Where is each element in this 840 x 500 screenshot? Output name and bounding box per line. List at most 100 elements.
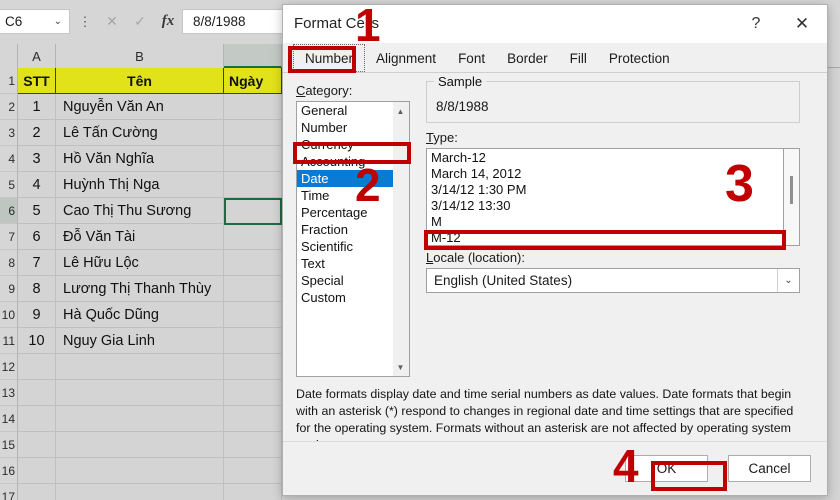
category-item-fraction[interactable]: Fraction <box>297 221 405 238</box>
cell-b5[interactable]: Huỳnh Thị Nga <box>56 172 224 198</box>
type-item-m-12[interactable]: M-12 <box>427 229 783 245</box>
cell-a9[interactable]: 8 <box>18 276 56 302</box>
column-header-b[interactable]: B <box>56 44 224 68</box>
cell-b3[interactable]: Lê Tấn Cường <box>56 120 224 146</box>
formula-input[interactable]: 8/8/1988 <box>182 9 290 34</box>
row-header-5[interactable]: 5 <box>0 172 18 198</box>
cell-a6[interactable]: 5 <box>18 198 56 224</box>
cell-b9[interactable]: Lương Thị Thanh Thùy <box>56 276 224 302</box>
chevron-down-icon[interactable]: ⌄ <box>777 269 799 292</box>
cell-b12[interactable] <box>56 354 224 380</box>
category-item-currency[interactable]: Currency <box>297 136 405 153</box>
column-header-c[interactable] <box>224 44 282 68</box>
cell-a12[interactable] <box>18 354 56 380</box>
cell-b17[interactable] <box>56 484 224 500</box>
row-header-8[interactable]: 8 <box>0 250 18 276</box>
cell-c12[interactable] <box>224 354 282 380</box>
scroll-down-icon[interactable]: ▼ <box>393 359 408 375</box>
cell-a4[interactable]: 3 <box>18 146 56 172</box>
row-header-17[interactable]: 17 <box>0 484 18 500</box>
row-header-9[interactable]: 9 <box>0 276 18 302</box>
cell-a3[interactable]: 2 <box>18 120 56 146</box>
type-scrollbar-thumb[interactable] <box>790 176 793 204</box>
cell-c7[interactable] <box>224 224 282 250</box>
locale-select[interactable]: English (United States) ⌄ <box>426 268 800 293</box>
cell-c16[interactable] <box>224 458 282 484</box>
cell-b8[interactable]: Lê Hữu Lộc <box>56 250 224 276</box>
tab-fill[interactable]: Fill <box>559 44 598 72</box>
cell-a2[interactable]: 1 <box>18 94 56 120</box>
cell-a17[interactable] <box>18 484 56 500</box>
row-header-14[interactable]: 14 <box>0 406 18 432</box>
row-header-1[interactable]: 1 <box>0 68 18 94</box>
type-scrollbar[interactable] <box>784 148 800 246</box>
category-item-number[interactable]: Number <box>297 119 405 136</box>
active-cell-indicator[interactable] <box>224 198 282 225</box>
category-scrollbar[interactable]: ▲ ▼ <box>393 101 410 377</box>
tab-font[interactable]: Font <box>447 44 496 72</box>
cell-b11[interactable]: Nguy Gia Linh <box>56 328 224 354</box>
chevron-down-icon[interactable]: ⌄ <box>54 16 62 27</box>
cell-a1[interactable]: STT <box>18 68 56 94</box>
type-item-3-14-2012[interactable]: 3/14/2012 <box>427 245 783 246</box>
category-item-scientific[interactable]: Scientific <box>297 238 405 255</box>
cell-b1[interactable]: Tên <box>56 68 224 94</box>
row-header-11[interactable]: 11 <box>0 328 18 354</box>
tab-protection[interactable]: Protection <box>598 44 681 72</box>
cell-a11[interactable]: 10 <box>18 328 56 354</box>
cell-a14[interactable] <box>18 406 56 432</box>
cell-c14[interactable] <box>224 406 282 432</box>
cancel-entry-icon[interactable]: ✕ <box>98 9 126 34</box>
row-header-7[interactable]: 7 <box>0 224 18 250</box>
cell-a15[interactable] <box>18 432 56 458</box>
type-item-m[interactable]: M <box>427 213 783 229</box>
insert-function-icon[interactable]: fx <box>154 9 182 34</box>
cell-c13[interactable] <box>224 380 282 406</box>
category-item-text[interactable]: Text <box>297 255 405 272</box>
name-box[interactable]: C6 ⌄ <box>0 9 70 34</box>
row-header-13[interactable]: 13 <box>0 380 18 406</box>
cell-a16[interactable] <box>18 458 56 484</box>
category-item-custom[interactable]: Custom <box>297 289 405 306</box>
category-listbox[interactable]: General Number Currency Accounting Date … <box>296 101 406 377</box>
more-options-icon[interactable]: ⋮ <box>76 9 94 34</box>
scroll-up-icon[interactable]: ▲ <box>393 103 408 119</box>
row-header-12[interactable]: 12 <box>0 354 18 380</box>
row-header-10[interactable]: 10 <box>0 302 18 328</box>
tab-border[interactable]: Border <box>496 44 559 72</box>
column-header-a[interactable]: A <box>18 44 56 68</box>
row-header-15[interactable]: 15 <box>0 432 18 458</box>
row-header-16[interactable]: 16 <box>0 458 18 484</box>
cell-c11[interactable] <box>224 328 282 354</box>
cell-c9[interactable] <box>224 276 282 302</box>
category-item-percentage[interactable]: Percentage <box>297 204 405 221</box>
cell-b6[interactable]: Cao Thị Thu Sương <box>56 198 224 224</box>
category-item-date[interactable]: Date <box>297 170 405 187</box>
cell-c5[interactable] <box>224 172 282 198</box>
cell-c4[interactable] <box>224 146 282 172</box>
cell-b16[interactable] <box>56 458 224 484</box>
cell-c10[interactable] <box>224 302 282 328</box>
cell-a13[interactable] <box>18 380 56 406</box>
cell-b10[interactable]: Hà Quốc Dũng <box>56 302 224 328</box>
cell-c2[interactable] <box>224 94 282 120</box>
close-icon[interactable]: ✕ <box>787 13 817 35</box>
cell-b15[interactable] <box>56 432 224 458</box>
cell-a8[interactable]: 7 <box>18 250 56 276</box>
category-item-accounting[interactable]: Accounting <box>297 153 405 170</box>
help-icon[interactable]: ? <box>743 13 769 35</box>
cell-c3[interactable] <box>224 120 282 146</box>
cell-a10[interactable]: 9 <box>18 302 56 328</box>
cancel-button[interactable]: Cancel <box>728 455 811 482</box>
cell-b2[interactable]: Nguyễn Văn An <box>56 94 224 120</box>
row-header-4[interactable]: 4 <box>0 146 18 172</box>
cell-c8[interactable] <box>224 250 282 276</box>
category-item-special[interactable]: Special <box>297 272 405 289</box>
cell-c17[interactable] <box>224 484 282 500</box>
row-header-2[interactable]: 2 <box>0 94 18 120</box>
cell-a5[interactable]: 4 <box>18 172 56 198</box>
cell-b13[interactable] <box>56 380 224 406</box>
row-header-6[interactable]: 6 <box>0 198 18 224</box>
cell-b4[interactable]: Hồ Văn Nghĩa <box>56 146 224 172</box>
confirm-entry-icon[interactable]: ✓ <box>126 9 154 34</box>
